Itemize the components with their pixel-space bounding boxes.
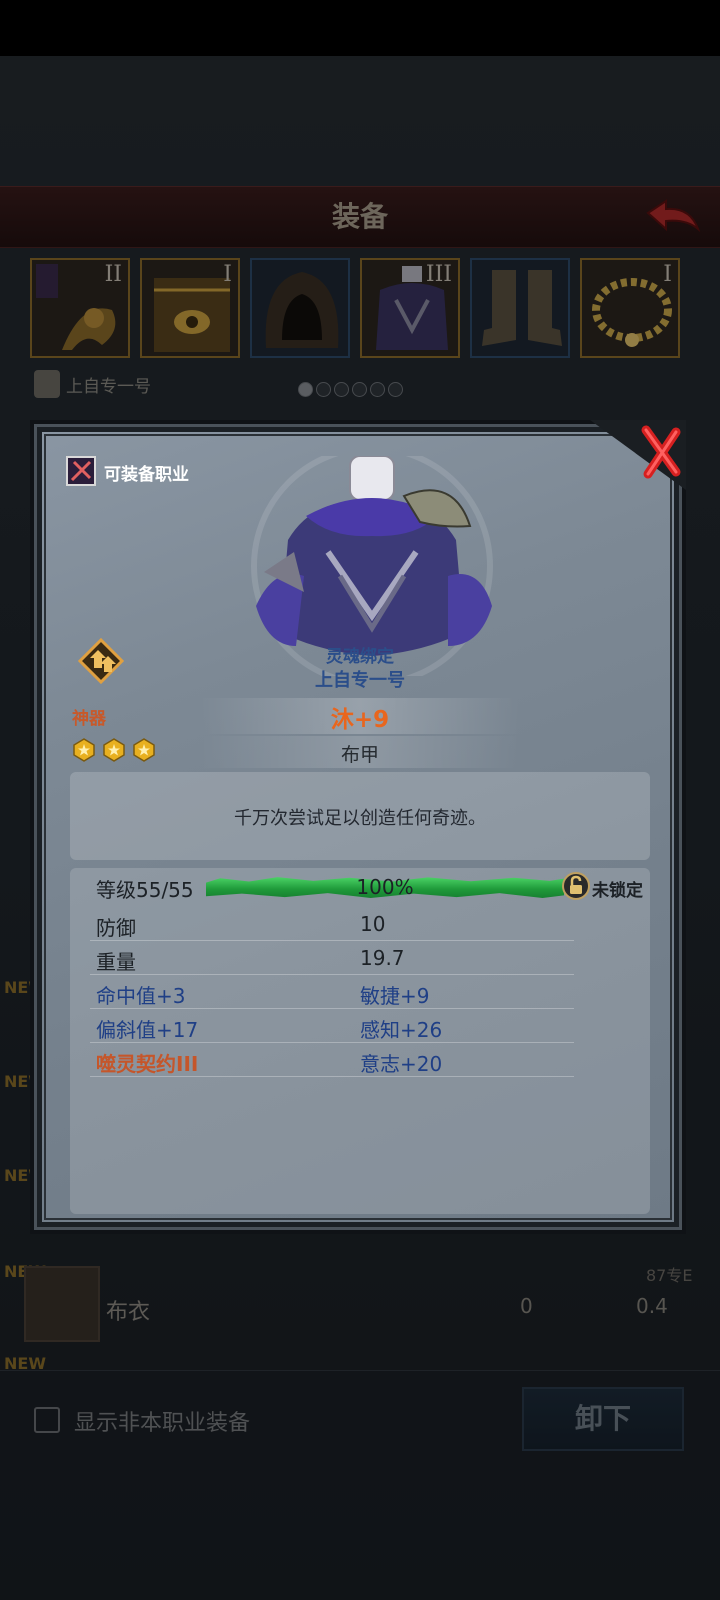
stat-value: 19.7 [360, 946, 405, 970]
stat-row: 防御 10 [90, 906, 574, 941]
level-label: 等级55/55 [96, 878, 194, 902]
special-effect[interactable]: 噬灵契约III [96, 1048, 198, 1077]
item-description: 千万次尝试足以创造任何奇迹。 [234, 808, 486, 829]
stat-bonus: 敏捷+9 [360, 984, 430, 1008]
lock-icon[interactable] [562, 872, 590, 900]
stat-name: 重量 [96, 950, 136, 974]
stat-value: 10 [360, 912, 386, 936]
upgrade-icon[interactable] [78, 638, 124, 684]
stat-name: 防御 [96, 916, 136, 940]
stat-bonus: 意志+20 [360, 1052, 443, 1076]
stat-row: 命中值+3 敏捷+9 [90, 974, 574, 1009]
stat-row: 偏斜值+17 感知+26 [90, 1008, 574, 1043]
class-requirement-icon[interactable] [66, 456, 96, 486]
status-bar [0, 0, 720, 56]
close-icon[interactable] [590, 420, 686, 490]
stat-row: 噬灵契约III 意志+20 [90, 1042, 574, 1077]
lock-status[interactable]: 未锁定 [592, 876, 643, 901]
item-name: 沐+9 [330, 707, 390, 733]
stat-bonus: 偏斜值+17 [96, 1018, 199, 1042]
stat-bonus: 感知+26 [360, 1018, 443, 1042]
class-requirement-label[interactable]: 可装备职业 [104, 460, 189, 485]
level-progress-text: 100% [356, 875, 414, 899]
stat-row: 重量 19.7 [90, 940, 574, 975]
item-type: 布甲 [340, 744, 379, 766]
stat-bonus: 命中值+3 [96, 984, 186, 1008]
